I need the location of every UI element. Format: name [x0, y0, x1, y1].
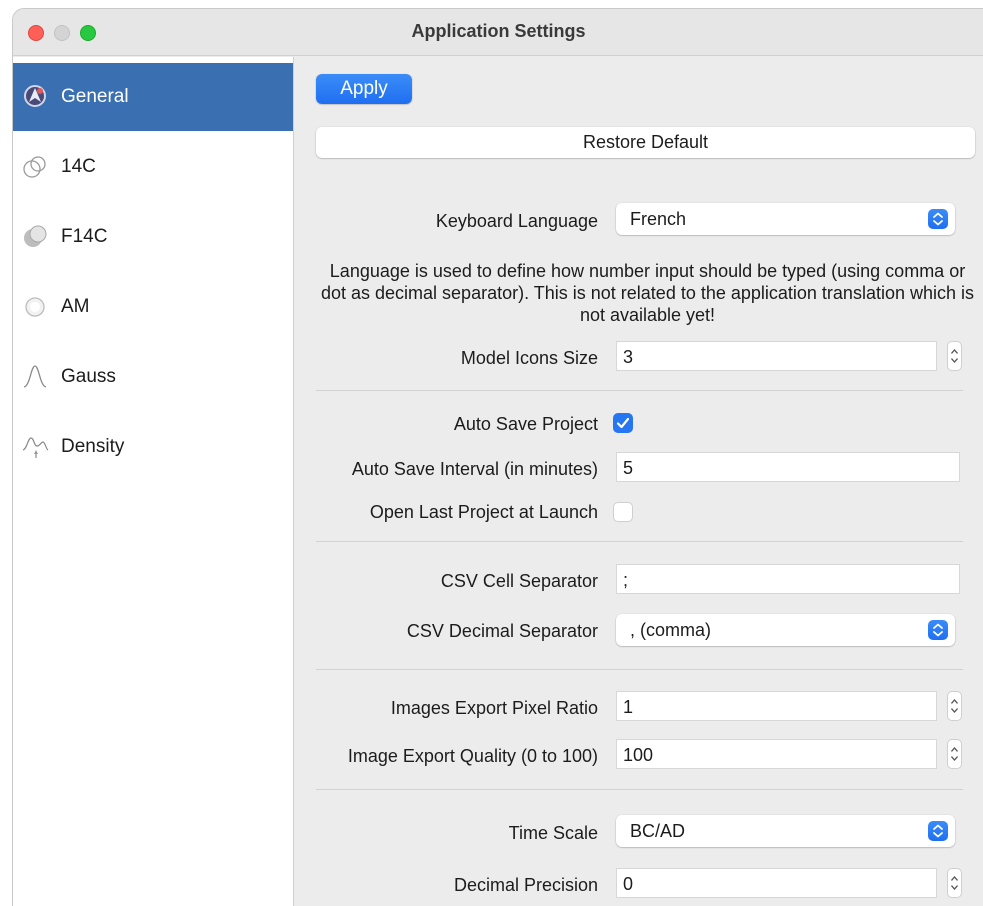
auto-save-project-checkbox[interactable]: [613, 413, 633, 433]
image-export-quality-field[interactable]: 100: [616, 739, 937, 769]
images-export-pixel-ratio-stepper[interactable]: [947, 691, 962, 721]
decimal-precision-stepper[interactable]: [947, 868, 962, 898]
image-export-quality-value: 100: [623, 745, 654, 765]
sidebar-item-general[interactable]: General: [13, 63, 293, 131]
sidebar-item-label: Gauss: [61, 366, 116, 387]
auto-save-interval-label: Auto Save Interval (in minutes): [351, 459, 598, 479]
checkmark-icon: [616, 417, 630, 429]
sidebar-item-label: AM: [61, 296, 90, 317]
chevron-updown-icon: [928, 821, 948, 841]
csv-cell-separator-value: ;: [623, 570, 629, 590]
open-last-project-label: Open Last Project at Launch: [369, 502, 598, 522]
csv-decimal-separator-value: , (comma): [630, 620, 711, 640]
decimal-precision-value: 0: [623, 874, 634, 894]
model-icons-size-label: Model Icons Size: [460, 348, 598, 368]
time-scale-select[interactable]: BC/AD: [616, 815, 955, 847]
f14c-icon: [24, 225, 47, 247]
divider: [316, 541, 963, 542]
divider: [316, 390, 963, 391]
auto-save-interval-field[interactable]: 5: [616, 452, 960, 482]
chevron-updown-icon: [928, 209, 948, 229]
title-bar: Application Settings: [13, 9, 983, 56]
stepper-arrows-icon: [950, 746, 959, 762]
keyboard-language-value: French: [630, 209, 687, 229]
stepper-arrows-icon: [950, 875, 959, 891]
sidebar-item-label: General: [61, 86, 129, 107]
sidebar: General 14C F14C AM Gauss Density: [13, 57, 294, 906]
decimal-precision-field[interactable]: 0: [616, 868, 937, 898]
stepper-arrows-icon: [950, 348, 959, 364]
sidebar-item-14c[interactable]: 14C: [13, 133, 293, 201]
sidebar-item-density[interactable]: Density: [13, 413, 293, 481]
model-icons-size-stepper[interactable]: [947, 341, 962, 371]
keyboard-language-select[interactable]: French: [616, 203, 955, 235]
gauss-icon: [23, 365, 47, 388]
sidebar-item-gauss[interactable]: Gauss: [13, 343, 293, 411]
settings-panel: Apply Restore Default Keyboard Language …: [295, 57, 983, 906]
csv-decimal-separator-label: CSV Decimal Separator: [406, 621, 598, 641]
model-icons-size-field[interactable]: 3: [616, 341, 937, 371]
sidebar-item-label: 14C: [61, 156, 96, 177]
sidebar-item-am[interactable]: AM: [13, 273, 293, 341]
csv-cell-separator-field[interactable]: ;: [616, 564, 960, 594]
csv-decimal-separator-select[interactable]: , (comma): [616, 614, 955, 646]
time-scale-value: BC/AD: [630, 821, 686, 841]
chevron-updown-icon: [928, 620, 948, 640]
stepper-arrows-icon: [950, 698, 959, 714]
open-last-project-checkbox[interactable]: [613, 502, 633, 522]
settings-window: Application Settings General 14C F14C AM…: [12, 8, 983, 906]
divider: [316, 789, 963, 790]
sidebar-item-label: F14C: [61, 226, 108, 247]
density-icon: [22, 437, 49, 458]
14c-icon: [23, 156, 46, 178]
auto-save-interval-value: 5: [623, 458, 634, 478]
auto-save-project-label: Auto Save Project: [453, 414, 598, 434]
images-export-pixel-ratio-field[interactable]: 1: [616, 691, 937, 721]
images-export-pixel-ratio-label: Images Export Pixel Ratio: [390, 698, 598, 718]
sidebar-item-f14c[interactable]: F14C: [13, 203, 293, 271]
sidebar-item-label: Density: [61, 436, 125, 457]
language-note: Language is used to define how number in…: [320, 261, 974, 325]
window-title: Application Settings: [411, 21, 586, 41]
image-export-quality-stepper[interactable]: [947, 739, 962, 769]
keyboard-language-label: Keyboard Language: [435, 211, 598, 231]
divider: [316, 669, 963, 670]
image-export-quality-label: Image Export Quality (0 to 100): [347, 746, 598, 766]
decimal-precision-label: Decimal Precision: [453, 875, 598, 895]
general-icon: [24, 85, 46, 107]
time-scale-label: Time Scale: [508, 823, 598, 843]
am-icon: [25, 297, 45, 317]
apply-button[interactable]: Apply: [316, 74, 412, 104]
model-icons-size-value: 3: [623, 347, 634, 367]
images-export-pixel-ratio-value: 1: [623, 697, 634, 717]
restore-default-button[interactable]: Restore Default: [316, 127, 975, 158]
csv-cell-separator-label: CSV Cell Separator: [440, 571, 598, 591]
